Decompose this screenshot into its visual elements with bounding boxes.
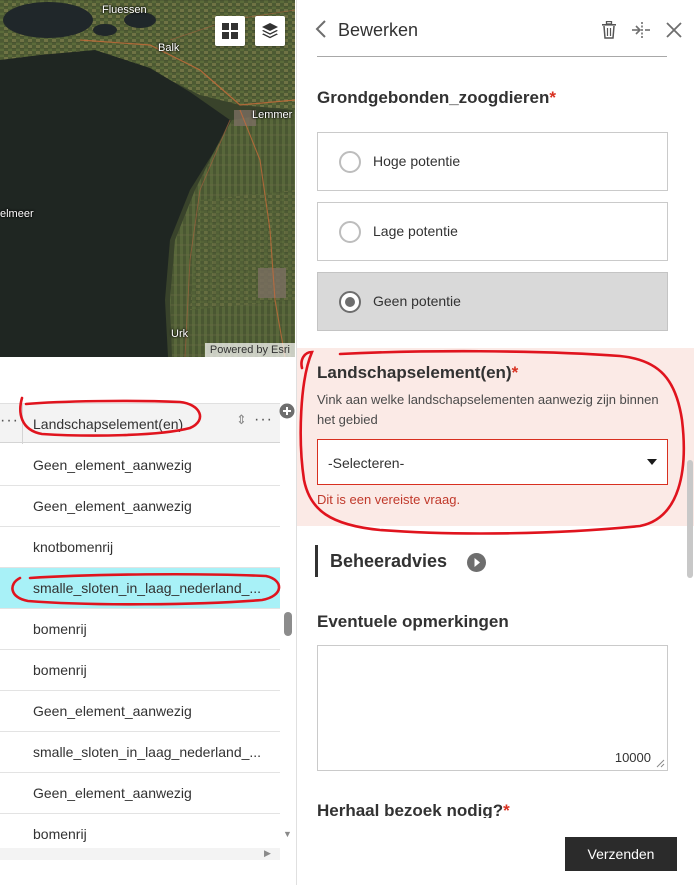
add-column-icon[interactable] <box>279 403 295 419</box>
table-horizontal-scrollbar[interactable] <box>0 848 280 860</box>
layers-icon <box>262 23 278 39</box>
question-label: Landschapselement(en) <box>317 363 512 382</box>
edit-panel: Bewerken Grondgebonden_zoogdieren* Hoge … <box>296 0 694 885</box>
map-label-urk: Urk <box>171 328 189 340</box>
layer-list-button[interactable] <box>255 16 285 46</box>
option-label: Geen potentie <box>373 293 461 309</box>
prev-column-options-icon[interactable]: ··· <box>0 412 19 430</box>
question-description: Vink aan welke landschapselementen aanwe… <box>317 392 659 427</box>
basemap-gallery-button[interactable] <box>215 16 245 46</box>
option-label: Lage potentie <box>373 223 458 239</box>
panel-header: Bewerken <box>297 0 694 60</box>
expand-group-icon[interactable] <box>467 553 486 572</box>
resize-handle-icon[interactable] <box>656 759 665 768</box>
table-cell: Geen_element_aanwezig <box>33 457 192 473</box>
map-view[interactable]: Fluessen Balk Lemmer elmeer Urk Powered … <box>0 0 295 357</box>
question-label: Eventuele opmerkingen <box>317 612 509 631</box>
table-row[interactable]: smalle_sloten_in_laag_nederland_... <box>0 732 280 773</box>
validation-error-message: Dit is een vereiste vraag. <box>317 492 461 507</box>
chevron-left-icon[interactable] <box>315 19 327 39</box>
table-row-selected[interactable]: smalle_sloten_in_laag_nederland_... <box>0 568 280 609</box>
collapse-panel-icon[interactable] <box>631 21 651 39</box>
landschapselement-select[interactable]: -Selecteren- <box>317 439 668 485</box>
table-row[interactable]: Geen_element_aanwezig <box>0 773 280 814</box>
table-cell: bomenrij <box>33 826 87 842</box>
table-cell: bomenrij <box>33 662 87 678</box>
option-label: Hoge potentie <box>373 153 461 169</box>
opmerkingen-textarea[interactable]: 10000 <box>317 645 668 771</box>
panel-footer: Verzenden <box>297 818 694 885</box>
map-label-fluessen: Fluessen <box>102 4 147 16</box>
question-landschapselementen: Landschapselement(en)* <box>317 363 518 383</box>
app-root: Fluessen Balk Lemmer elmeer Urk Powered … <box>0 0 694 885</box>
table-cell: Geen_element_aanwezig <box>33 703 192 719</box>
question-grondgebonden-zoogdieren: Grondgebonden_zoogdieren* <box>317 88 556 108</box>
panel-scrollbar[interactable] <box>687 460 693 578</box>
option-hoge-potentie[interactable]: Hoge potentie <box>317 132 668 191</box>
close-icon[interactable] <box>666 22 682 38</box>
caret-down-icon <box>647 459 657 465</box>
table-row[interactable]: knotbomenrij <box>0 527 280 568</box>
table-cell: bomenrij <box>33 621 87 637</box>
scroll-right-arrow-icon[interactable]: ▶ <box>264 848 271 859</box>
table-row[interactable]: bomenrij <box>0 650 280 691</box>
option-geen-potentie[interactable]: Geen potentie <box>317 272 668 331</box>
group-beheeradvies[interactable]: Beheeradvies <box>315 545 515 577</box>
table-row[interactable]: Geen_element_aanwezig <box>0 445 280 486</box>
map-label-ijsselmeer: elmeer <box>0 208 34 220</box>
group-title: Beheeradvies <box>330 551 448 571</box>
table-rows: Geen_element_aanwezig Geen_element_aanwe… <box>0 445 280 855</box>
grid-icon <box>222 23 238 39</box>
submit-button[interactable]: Verzenden <box>565 837 677 871</box>
table-row[interactable]: bomenrij <box>0 609 280 650</box>
radio-button[interactable] <box>339 151 361 173</box>
table-row[interactable]: Geen_element_aanwezig <box>0 486 280 527</box>
table-cell: smalle_sloten_in_laag_nederland_... <box>33 580 262 596</box>
column-header-landschapselement[interactable]: Landschapselement(en) <box>33 416 183 432</box>
map-label-lemmer: Lemmer <box>252 109 293 121</box>
table-cell: Geen_element_aanwezig <box>33 498 192 514</box>
required-asterisk: * <box>549 88 556 107</box>
table-cell: knotbomenrij <box>33 539 114 555</box>
scroll-down-arrow-icon[interactable]: ▼ <box>283 829 292 839</box>
table-row[interactable]: Geen_element_aanwezig <box>0 691 280 732</box>
group-accent-bar <box>315 545 318 577</box>
sort-icon[interactable]: ⇕ <box>236 412 247 428</box>
table-cell: smalle_sloten_in_laag_nederland_... <box>33 744 262 760</box>
select-value: -Selecteren- <box>328 455 405 471</box>
column-separator <box>22 404 23 444</box>
option-lage-potentie[interactable]: Lage potentie <box>317 202 668 261</box>
required-asterisk: * <box>511 363 519 382</box>
previous-field-border <box>317 56 667 57</box>
table-vertical-scrollbar[interactable] <box>284 612 292 636</box>
panel-title: Bewerken <box>338 20 419 40</box>
map-label-balk: Balk <box>158 42 180 54</box>
question-label: Grondgebonden_zoogdieren <box>317 88 550 107</box>
satellite-imagery <box>0 0 295 357</box>
trash-icon[interactable] <box>601 21 617 39</box>
esri-attribution[interactable]: Powered by Esri <box>204 343 295 357</box>
table-cell: Geen_element_aanwezig <box>33 785 192 801</box>
radio-button-checked[interactable] <box>339 291 361 313</box>
radio-button[interactable] <box>339 221 361 243</box>
column-options-icon[interactable]: ··· <box>254 411 273 429</box>
character-counter: 10000 <box>614 750 651 765</box>
table-header: ··· Landschapselement(en) ⇕ ··· <box>0 403 280 444</box>
question-eventuele-opmerkingen: Eventuele opmerkingen <box>317 612 509 632</box>
